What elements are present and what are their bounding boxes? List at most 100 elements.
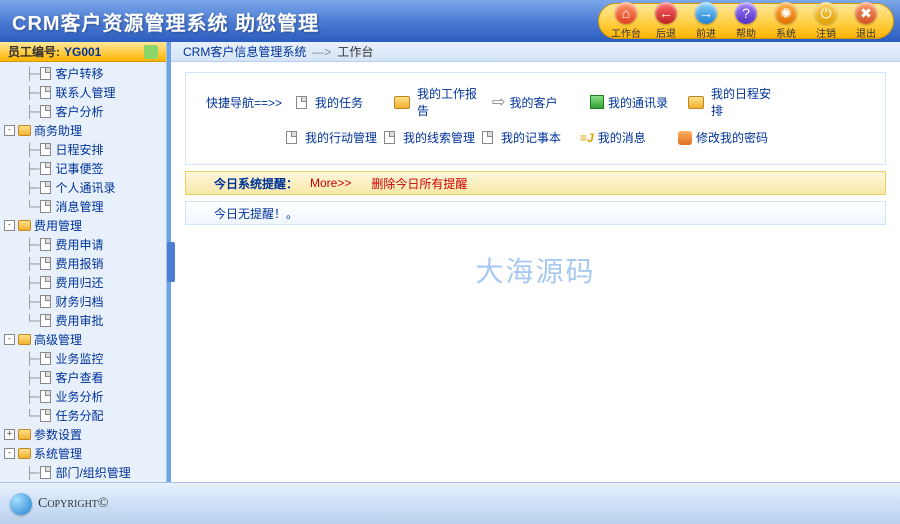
folder-icon — [18, 448, 31, 459]
sidebar: 员工编号: YG001 ├─客户转移├─联系人管理├─客户分析-商务助理├─日程… — [0, 42, 167, 482]
tree-leaf[interactable]: ├─个人通讯录 — [0, 178, 166, 197]
tree-leaf[interactable]: ├─费用归还 — [0, 273, 166, 292]
edit-icon[interactable] — [144, 45, 158, 59]
folder-icon — [18, 334, 31, 345]
globe-icon — [10, 493, 32, 515]
tree-folder[interactable]: -商务助理 — [0, 121, 166, 140]
expander-icon[interactable]: - — [4, 448, 15, 459]
msg-icon: ≡J — [580, 131, 594, 145]
user-label: 员工编号: — [8, 43, 60, 60]
page-icon — [40, 314, 51, 327]
page-icon — [40, 105, 51, 118]
logout-icon: ⏻ — [815, 2, 837, 24]
tree-leaf[interactable]: ├─日程安排 — [0, 140, 166, 159]
expander-icon[interactable]: - — [4, 125, 15, 136]
book-icon — [590, 95, 604, 109]
tree-folder[interactable]: +参数设置 — [0, 425, 166, 444]
tree-leaf[interactable]: ├─业务监控 — [0, 349, 166, 368]
tree-leaf[interactable]: ├─财务归档 — [0, 292, 166, 311]
toolbar-exit[interactable]: ✖退出 — [847, 2, 885, 40]
watermark: 大海源码 — [475, 250, 595, 290]
tree-leaf[interactable]: └─消息管理 — [0, 197, 166, 216]
tree-leaf[interactable]: ├─费用申请 — [0, 235, 166, 254]
arrow-icon: ⇨ — [492, 92, 505, 112]
key-icon — [678, 131, 692, 145]
toolbar-system[interactable]: ✺系统 — [767, 2, 805, 40]
breadcrumb-root[interactable]: CRM客户信息管理系统 — [183, 43, 306, 60]
quick-nav: 快捷导航==>> 我的任务我的工作报告 ⇨我的客户我的通讯录我的日程安排 我的行动… — [185, 72, 886, 165]
tree-leaf[interactable]: ├─记事便签 — [0, 159, 166, 178]
page-icon — [40, 143, 51, 156]
page-icon — [384, 131, 395, 144]
tree-leaf[interactable]: ├─客户转移 — [0, 64, 166, 83]
tree-leaf[interactable]: ├─业务分析 — [0, 387, 166, 406]
toolbar-workbench[interactable]: ⌂工作台 — [607, 2, 645, 40]
page-icon — [40, 67, 51, 80]
workbench-icon: ⌂ — [615, 2, 637, 24]
reminder-more-link[interactable]: More>> — [310, 176, 351, 190]
quicknav-label: 快捷导航==>> — [206, 94, 282, 111]
tree-leaf[interactable]: ├─部门/组织管理 — [0, 463, 166, 482]
quicknav-my-leads[interactable]: 我的线索管理 — [384, 129, 476, 146]
sidebar-user-bar: 员工编号: YG001 — [0, 42, 166, 62]
quicknav-my-contacts[interactable]: 我的通讯录 — [590, 94, 682, 111]
quicknav-my-tasks[interactable]: 我的任务 — [296, 94, 388, 111]
quicknav-my-reports[interactable]: 我的工作报告 — [394, 85, 486, 119]
breadcrumb: CRM客户信息管理系统 —> 工作台 — [171, 42, 900, 62]
page-icon — [40, 200, 51, 213]
breadcrumb-sep: —> — [312, 45, 331, 59]
tree-leaf[interactable]: └─任务分配 — [0, 406, 166, 425]
page-icon — [40, 86, 51, 99]
page-icon — [40, 257, 51, 270]
folder-icon — [688, 96, 704, 109]
app-title: CRM客户资源管理系统 助您管理 — [12, 7, 319, 36]
toolbar-forward[interactable]: →前进 — [687, 2, 725, 40]
help-icon: ? — [735, 2, 757, 24]
page-icon — [40, 276, 51, 289]
tree-leaf[interactable]: ├─客户查看 — [0, 368, 166, 387]
footer: Copyright© — [0, 482, 900, 524]
back-icon: ← — [655, 2, 677, 24]
page-icon — [286, 131, 297, 144]
exit-icon: ✖ — [855, 2, 877, 24]
reminder-delete-link[interactable]: 删除今日所有提醒 — [371, 175, 467, 192]
resize-handle[interactable] — [167, 242, 175, 282]
empty-text: 今日无提醒！。 — [214, 205, 298, 222]
tree-folder[interactable]: -系统管理 — [0, 444, 166, 463]
folder-icon — [18, 220, 31, 231]
toolbar-logout[interactable]: ⏻注销 — [807, 2, 845, 40]
reminder-title: 今日系统提醒： — [214, 175, 298, 192]
reminder-bar: 今日系统提醒： More>> 删除今日所有提醒 — [185, 171, 886, 195]
page-icon — [296, 96, 307, 109]
page-icon — [40, 371, 51, 384]
quicknav-my-customers[interactable]: ⇨我的客户 — [492, 92, 584, 112]
system-icon: ✺ — [775, 2, 797, 24]
tree-leaf[interactable]: └─费用审批 — [0, 311, 166, 330]
tree-folder[interactable]: -高级管理 — [0, 330, 166, 349]
page-icon — [40, 181, 51, 194]
toolbar-back[interactable]: ←后退 — [647, 2, 685, 40]
app-header: CRM客户资源管理系统 助您管理 ⌂工作台←后退→前进?帮助✺系统⏻注销✖退出 — [0, 0, 900, 42]
expander-icon[interactable]: - — [4, 220, 15, 231]
page-icon — [40, 466, 51, 479]
tree-folder[interactable]: -费用管理 — [0, 216, 166, 235]
quicknav-my-messages[interactable]: ≡J我的消息 — [580, 129, 672, 146]
toolbar-help[interactable]: ?帮助 — [727, 2, 765, 40]
page-icon — [482, 131, 493, 144]
page-icon — [40, 352, 51, 365]
page-icon — [40, 409, 51, 422]
tree-leaf[interactable]: ├─费用报销 — [0, 254, 166, 273]
page-icon — [40, 295, 51, 308]
expander-icon[interactable]: - — [4, 334, 15, 345]
quicknav-my-notes[interactable]: 我的记事本 — [482, 129, 574, 146]
tree-leaf[interactable]: ├─联系人管理 — [0, 83, 166, 102]
expander-icon[interactable]: + — [4, 429, 15, 440]
quicknav-my-actions[interactable]: 我的行动管理 — [286, 129, 378, 146]
tree-leaf[interactable]: ├─客户分析 — [0, 102, 166, 121]
quicknav-change-pwd[interactable]: 修改我的密码 — [678, 129, 770, 146]
quicknav-my-schedule[interactable]: 我的日程安排 — [688, 85, 780, 119]
page-icon — [40, 162, 51, 175]
folder-icon — [18, 429, 31, 440]
folder-icon — [18, 125, 31, 136]
reminder-empty: 今日无提醒！。 — [185, 201, 886, 225]
